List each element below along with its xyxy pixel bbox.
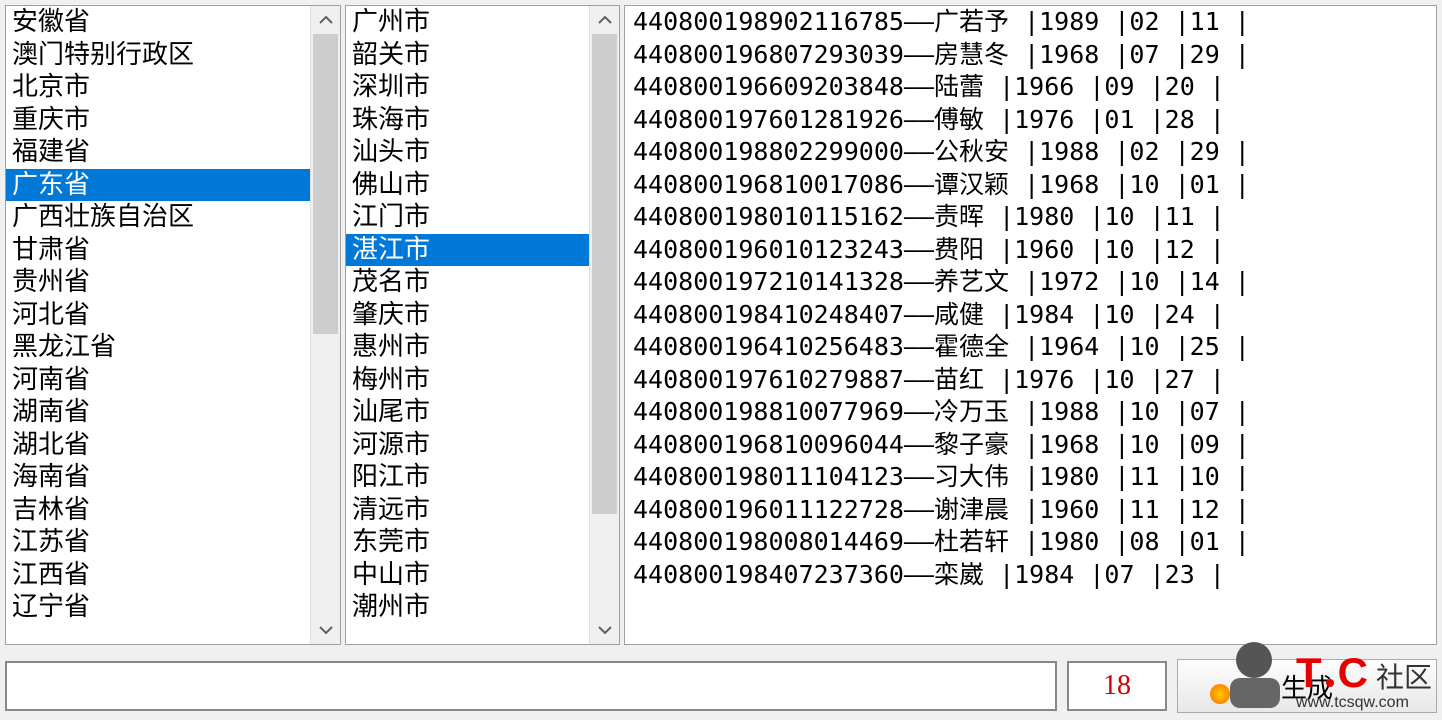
province-item[interactable]: 北京市 xyxy=(6,71,310,104)
scroll-thumb[interactable] xyxy=(313,34,338,334)
result-row[interactable]: 440800198902116785——广若予 |1989 |02 |11 | xyxy=(625,6,1436,39)
result-row[interactable]: 440800198802299000——公秋安 |1988 |02 |29 | xyxy=(625,136,1436,169)
province-item[interactable]: 广西壮族自治区 xyxy=(6,201,310,234)
scroll-up-icon[interactable] xyxy=(590,6,619,34)
city-item[interactable]: 湛江市 xyxy=(346,234,589,267)
result-row[interactable]: 440800196010123243——费阳 |1960 |10 |12 | xyxy=(625,234,1436,267)
city-item[interactable]: 茂名市 xyxy=(346,266,589,299)
result-row[interactable]: 440800198810077969——冷万玉 |1988 |10 |07 | xyxy=(625,396,1436,429)
result-row[interactable]: 440800196410256483——霍德全 |1964 |10 |25 | xyxy=(625,331,1436,364)
city-item[interactable]: 深圳市 xyxy=(346,71,589,104)
city-item[interactable]: 河源市 xyxy=(346,429,589,462)
generate-button[interactable]: 生成 xyxy=(1177,659,1437,713)
result-row[interactable]: 440800197610279887——苗红 |1976 |10 |27 | xyxy=(625,364,1436,397)
province-item[interactable]: 福建省 xyxy=(6,136,310,169)
city-item[interactable]: 肇庆市 xyxy=(346,299,589,332)
city-item[interactable]: 江门市 xyxy=(346,201,589,234)
province-item[interactable]: 湖北省 xyxy=(6,429,310,462)
result-row[interactable]: 440800198008014469——杜若轩 |1980 |08 |01 | xyxy=(625,526,1436,559)
province-item[interactable]: 湖南省 xyxy=(6,396,310,429)
result-row[interactable]: 440800196011122728——谢津晨 |1960 |11 |12 | xyxy=(625,494,1436,527)
scroll-down-icon[interactable] xyxy=(590,616,619,644)
city-item[interactable]: 阳江市 xyxy=(346,461,589,494)
province-scrollbar[interactable] xyxy=(310,6,340,644)
city-listbox[interactable]: 广州市韶关市深圳市珠海市汕头市佛山市江门市湛江市茂名市肇庆市惠州市梅州市汕尾市河… xyxy=(345,5,620,645)
city-item[interactable]: 中山市 xyxy=(346,559,589,592)
province-item[interactable]: 吉林省 xyxy=(6,494,310,527)
city-item[interactable]: 汕尾市 xyxy=(346,396,589,429)
province-item[interactable]: 海南省 xyxy=(6,461,310,494)
city-item[interactable]: 惠州市 xyxy=(346,331,589,364)
province-item[interactable]: 广东省 xyxy=(6,169,310,202)
city-item[interactable]: 梅州市 xyxy=(346,364,589,397)
province-item[interactable]: 河南省 xyxy=(6,364,310,397)
result-row[interactable]: 440800198010115162——责晖 |1980 |10 |11 | xyxy=(625,201,1436,234)
province-item[interactable]: 安徽省 xyxy=(6,6,310,39)
output-input[interactable] xyxy=(5,661,1057,711)
province-listbox[interactable]: 安徽省澳门特别行政区北京市重庆市福建省广东省广西壮族自治区甘肃省贵州省河北省黑龙… xyxy=(5,5,341,645)
city-scrollbar[interactable] xyxy=(589,6,619,644)
city-item[interactable]: 佛山市 xyxy=(346,169,589,202)
province-item[interactable]: 甘肃省 xyxy=(6,234,310,267)
result-row[interactable]: 440800196609203848——陆蕾 |1966 |09 |20 | xyxy=(625,71,1436,104)
result-row[interactable]: 440800198407237360——栾崴 |1984 |07 |23 | xyxy=(625,559,1436,592)
result-row[interactable]: 440800198410248407——咸健 |1984 |10 |24 | xyxy=(625,299,1436,332)
province-item[interactable]: 澳门特别行政区 xyxy=(6,39,310,72)
province-item[interactable]: 河北省 xyxy=(6,299,310,332)
province-item[interactable]: 辽宁省 xyxy=(6,591,310,624)
province-item[interactable]: 黑龙江省 xyxy=(6,331,310,364)
count-input[interactable] xyxy=(1067,661,1167,711)
results-listbox[interactable]: 440800198902116785——广若予 |1989 |02 |11 |4… xyxy=(624,5,1437,645)
province-item[interactable]: 重庆市 xyxy=(6,104,310,137)
province-item[interactable]: 贵州省 xyxy=(6,266,310,299)
city-item[interactable]: 潮州市 xyxy=(346,591,589,624)
scroll-up-icon[interactable] xyxy=(311,6,340,34)
scroll-thumb[interactable] xyxy=(592,34,617,514)
result-row[interactable]: 440800196810017086——谭汉颖 |1968 |10 |01 | xyxy=(625,169,1436,202)
result-row[interactable]: 440800196810096044——黎子豪 |1968 |10 |09 | xyxy=(625,429,1436,462)
result-row[interactable]: 440800197210141328——养艺文 |1972 |10 |14 | xyxy=(625,266,1436,299)
province-item[interactable]: 江苏省 xyxy=(6,526,310,559)
city-item[interactable]: 珠海市 xyxy=(346,104,589,137)
result-row[interactable]: 440800196807293039——房慧冬 |1968 |07 |29 | xyxy=(625,39,1436,72)
scroll-down-icon[interactable] xyxy=(311,616,340,644)
city-item[interactable]: 汕头市 xyxy=(346,136,589,169)
city-item[interactable]: 清远市 xyxy=(346,494,589,527)
province-item[interactable]: 江西省 xyxy=(6,559,310,592)
result-row[interactable]: 440800198011104123——习大伟 |1980 |11 |10 | xyxy=(625,461,1436,494)
city-item[interactable]: 广州市 xyxy=(346,6,589,39)
result-row[interactable]: 440800197601281926——傅敏 |1976 |01 |28 | xyxy=(625,104,1436,137)
city-item[interactable]: 韶关市 xyxy=(346,39,589,72)
city-item[interactable]: 东莞市 xyxy=(346,526,589,559)
